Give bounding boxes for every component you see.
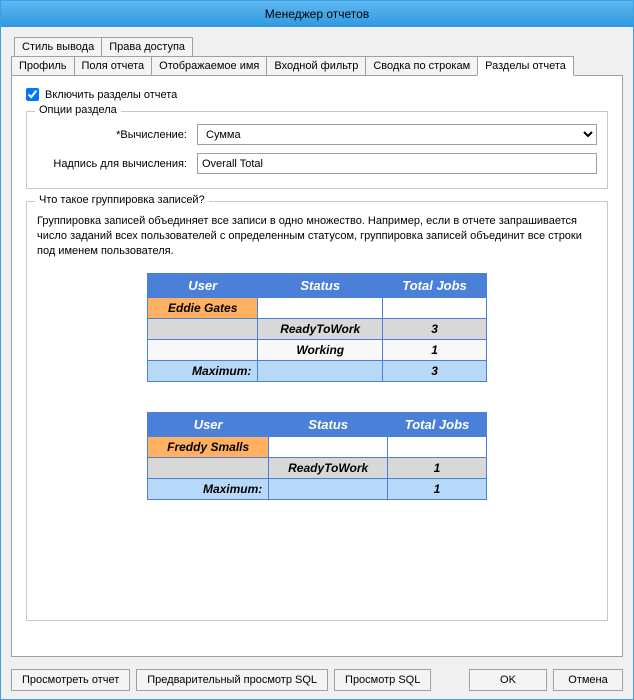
enable-sections-label: Включить разделы отчета xyxy=(45,89,177,101)
window-title: Менеджер отчетов xyxy=(1,1,633,27)
enable-sections-checkbox[interactable] xyxy=(26,88,39,101)
example-table-1: User Status Total Jobs Eddie Gates Ready… xyxy=(147,273,487,382)
example2-max-label: Maximum: xyxy=(148,478,269,499)
button-bar: Просмотреть отчет Предварительный просмо… xyxy=(1,663,633,699)
ok-button[interactable]: OK xyxy=(469,669,547,691)
th-total: Total Jobs xyxy=(383,273,487,297)
section-options-fieldset: Опции раздела *Вычисление: Сумма Надпись… xyxy=(26,111,608,189)
th-user: User xyxy=(148,273,258,297)
report-manager-window: Менеджер отчетов Стиль вывода Права дост… xyxy=(0,0,634,700)
tab-panel-sections: Включить разделы отчета Опции раздела *В… xyxy=(11,75,623,657)
calc-label: *Вычисление: xyxy=(37,129,197,141)
example1-max-label: Maximum: xyxy=(148,360,258,381)
tab-report-sections[interactable]: Разделы отчета xyxy=(477,56,574,76)
tab-access-rights[interactable]: Права доступа xyxy=(101,37,193,57)
preview-report-button[interactable]: Просмотреть отчет xyxy=(11,669,130,691)
th2-status: Status xyxy=(269,412,388,436)
content-area: Стиль вывода Права доступа Профиль Поля … xyxy=(1,27,633,663)
calc-select[interactable]: Сумма xyxy=(197,124,597,145)
tab-input-filter[interactable]: Входной фильтр xyxy=(266,56,366,76)
tab-report-fields[interactable]: Поля отчета xyxy=(74,56,153,76)
th2-total: Total Jobs xyxy=(388,412,487,436)
tab-display-name[interactable]: Отображаемое имя xyxy=(151,56,267,76)
grouping-legend: Что такое группировка записей? xyxy=(35,194,209,206)
example1-r1-status: Working xyxy=(258,339,383,360)
enable-sections-row[interactable]: Включить разделы отчета xyxy=(26,88,608,101)
cancel-button[interactable]: Отмена xyxy=(553,669,623,691)
example2-r0-total: 1 xyxy=(388,457,487,478)
preview-sql-button[interactable]: Предварительный просмотр SQL xyxy=(136,669,328,691)
grouping-text: Группировка записей объединяет все запис… xyxy=(37,214,597,259)
tab-row-top: Стиль вывода Права доступа xyxy=(14,37,623,57)
example-table-2: User Status Total Jobs Freddy Smalls Rea… xyxy=(147,412,487,500)
example2-max-value: 1 xyxy=(388,478,487,499)
caption-input[interactable] xyxy=(197,153,597,174)
example-area: User Status Total Jobs Eddie Gates Ready… xyxy=(37,273,597,500)
th-status: Status xyxy=(258,273,383,297)
th2-user: User xyxy=(148,412,269,436)
example1-r0-total: 3 xyxy=(383,318,487,339)
tab-profile[interactable]: Профиль xyxy=(11,56,75,76)
grouping-fieldset: Что такое группировка записей? Группиров… xyxy=(26,201,608,621)
view-sql-button[interactable]: Просмотр SQL xyxy=(334,669,431,691)
tab-row-summary[interactable]: Сводка по строкам xyxy=(365,56,478,76)
example2-r0-status: ReadyToWork xyxy=(269,457,388,478)
caption-label: Надпись для вычисления: xyxy=(37,158,197,170)
example2-name: Freddy Smalls xyxy=(148,436,269,457)
tab-output-style[interactable]: Стиль вывода xyxy=(14,37,102,57)
tab-row-bottom: Профиль Поля отчета Отображаемое имя Вхо… xyxy=(11,56,623,76)
section-options-legend: Опции раздела xyxy=(35,104,121,116)
example1-r1-total: 1 xyxy=(383,339,487,360)
example1-max-value: 3 xyxy=(383,360,487,381)
example1-name: Eddie Gates xyxy=(148,297,258,318)
example1-r0-status: ReadyToWork xyxy=(258,318,383,339)
